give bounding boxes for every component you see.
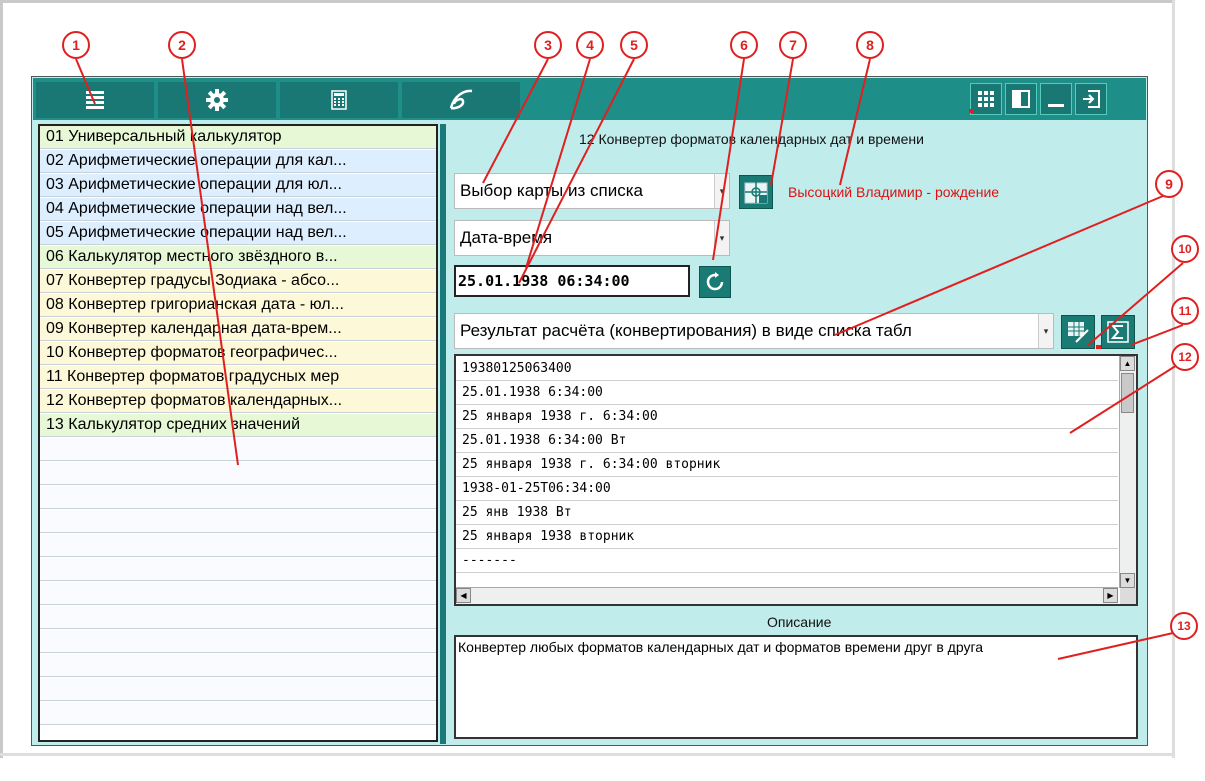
callout-marker: 3 — [534, 31, 562, 59]
callout-marker: 12 — [1171, 343, 1199, 371]
callout-lines — [75, 58, 1186, 660]
callout-marker: 6 — [730, 31, 758, 59]
callout-marker: 13 — [1170, 612, 1198, 640]
callout-marker: 8 — [856, 31, 884, 59]
callout-marker: 5 — [620, 31, 648, 59]
callout-marker: 4 — [576, 31, 604, 59]
callout-marker: 7 — [779, 31, 807, 59]
callout-marker: 1 — [62, 31, 90, 59]
callout-marker: 10 — [1171, 235, 1199, 263]
screenshot-frame: 01 Универсальный калькулятор 02 Арифметич… — [0, 0, 1199, 758]
callout-marker: 2 — [168, 31, 196, 59]
callout-marker: 11 — [1171, 297, 1199, 325]
callout-marker: 9 — [1155, 170, 1183, 198]
